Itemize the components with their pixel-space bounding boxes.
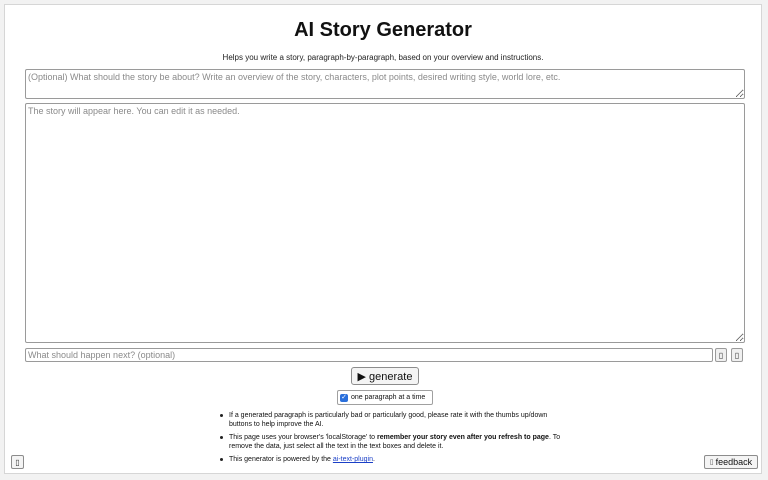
list-item: This page uses your browser's 'localStor… bbox=[219, 433, 569, 451]
menu-button[interactable]: ▯ bbox=[11, 455, 24, 469]
one-paragraph-toggle[interactable]: ✓ one paragraph at a time bbox=[337, 390, 433, 405]
rate-down-button[interactable]: ▯ bbox=[731, 348, 743, 362]
page-title: AI Story Generator bbox=[294, 19, 472, 41]
generate-button[interactable]: ▶ generate bbox=[351, 367, 419, 385]
info-notes-list: If a generated paragraph is particularly… bbox=[219, 411, 569, 468]
feedback-icon: ▯ bbox=[709, 459, 714, 466]
page-container: AI Story Generator Helps you write a sto… bbox=[4, 4, 762, 474]
checkbox-checked-icon[interactable]: ✓ bbox=[340, 393, 348, 402]
list-item: If a generated paragraph is particularly… bbox=[219, 411, 569, 429]
menu-icon: ▯ bbox=[15, 457, 20, 467]
ai-text-plugin-link[interactable]: ai-text-plugin bbox=[333, 456, 373, 463]
feedback-label: feedback bbox=[715, 457, 753, 467]
rate-up-button[interactable]: ▯ bbox=[715, 348, 727, 362]
feedback-button[interactable]: ▯ feedback bbox=[704, 455, 758, 469]
page-subtitle: Helps you write a story, paragraph-by-pa… bbox=[222, 53, 544, 62]
story-output-textarea[interactable] bbox=[25, 103, 745, 343]
thumbs-up-icon: ▯ bbox=[718, 350, 724, 360]
story-overview-input[interactable] bbox=[25, 69, 745, 99]
list-item: This generator is powered by the ai-text… bbox=[219, 455, 569, 464]
thumbs-down-icon: ▯ bbox=[734, 350, 740, 360]
next-instruction-input[interactable] bbox=[25, 348, 713, 362]
one-paragraph-label: one paragraph at a time bbox=[351, 394, 426, 401]
